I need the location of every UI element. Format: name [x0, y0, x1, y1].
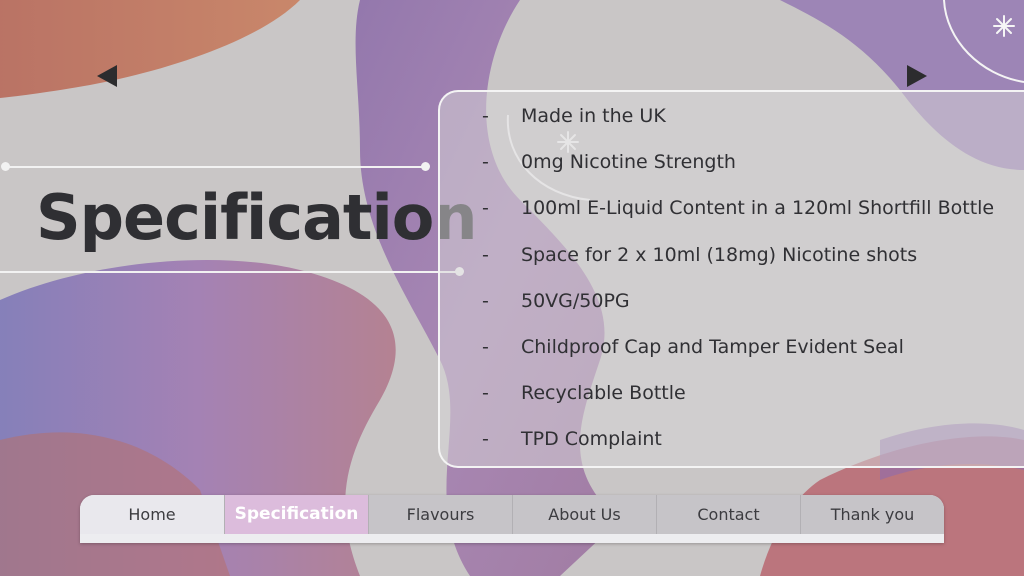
divider-top-dot-right — [421, 162, 430, 171]
bullet-dash: - — [482, 243, 489, 266]
spec-item: - 50VG/50PG — [482, 285, 994, 331]
spec-item: - Space for 2 x 10ml (18mg) Nicotine shot… — [482, 239, 994, 285]
bullet-dash: - — [482, 335, 489, 358]
tab-thank-you[interactable]: Thank you — [800, 495, 944, 534]
spec-list: - Made in the UK - 0mg Nicotine Strength -… — [482, 100, 994, 470]
spec-text: Childproof Cap and Tamper Evident Seal — [521, 335, 904, 358]
tab-specification[interactable]: Specification — [224, 495, 368, 534]
spec-item: - 100ml E-Liquid Content in a 120ml Short… — [482, 192, 994, 238]
bullet-dash: - — [482, 151, 489, 174]
bottom-nav: Home Specification Flavours About Us Con… — [80, 495, 944, 543]
nav-tabs: Home Specification Flavours About Us Con… — [80, 495, 944, 534]
spec-item: - 0mg Nicotine Strength — [482, 146, 994, 192]
spec-text: 0mg Nicotine Strength — [521, 151, 736, 174]
bullet-dash: - — [482, 382, 489, 405]
nav-bottom-strip — [80, 534, 944, 543]
bullet-dash: - — [482, 197, 489, 220]
bullet-dash: - — [482, 289, 489, 312]
spec-text: Space for 2 x 10ml (18mg) Nicotine shots — [521, 243, 918, 266]
divider-bottom — [0, 271, 460, 273]
spec-text: 50VG/50PG — [521, 289, 630, 312]
bullet-dash: - — [482, 428, 489, 451]
sparkle-icon — [993, 15, 1015, 37]
tab-about-us[interactable]: About Us — [512, 495, 656, 534]
tab-contact[interactable]: Contact — [656, 495, 800, 534]
divider-top-dot-left — [1, 162, 10, 171]
spec-item: - Childproof Cap and Tamper Evident Seal — [482, 331, 994, 377]
spec-text: 100ml E-Liquid Content in a 120ml Shortf… — [521, 197, 995, 220]
divider-top — [5, 166, 425, 168]
spec-item: - TPD Complaint — [482, 423, 994, 469]
spec-text: Recyclable Bottle — [521, 382, 686, 405]
tab-home[interactable]: Home — [80, 495, 224, 534]
spec-item: - Recyclable Bottle — [482, 377, 994, 423]
spec-text: TPD Complaint — [521, 428, 662, 451]
bullet-dash: - — [482, 105, 489, 127]
page-title: Specification — [36, 181, 478, 254]
spec-text: Made in the UK — [521, 105, 666, 127]
tab-flavours[interactable]: Flavours — [368, 495, 512, 534]
spec-item: - Made in the UK — [482, 100, 994, 146]
triangle-left-icon[interactable] — [97, 65, 117, 87]
triangle-right-icon[interactable] — [907, 65, 927, 87]
